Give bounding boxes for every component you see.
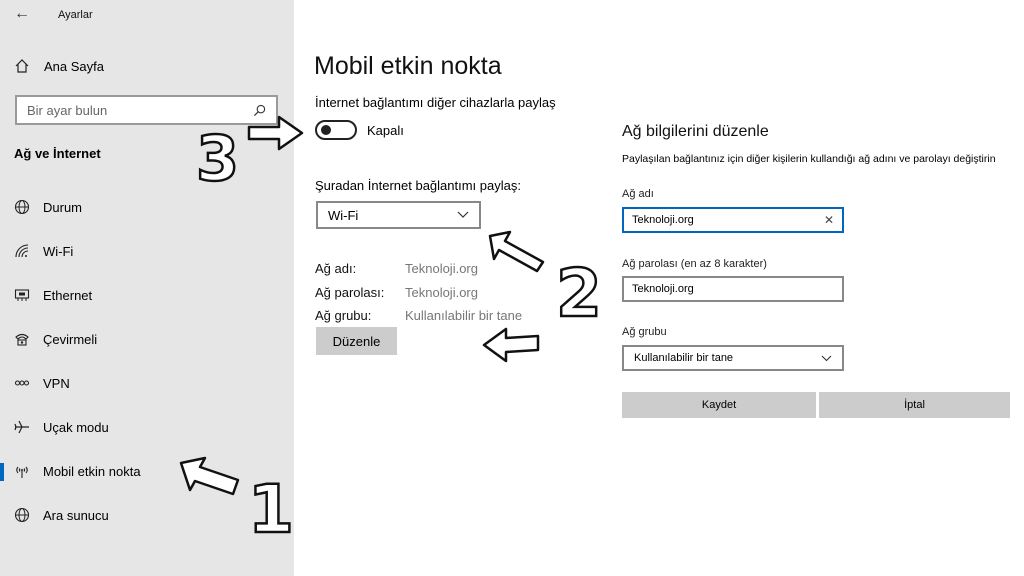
annotation-arrow-left-icon [482,327,540,363]
annotation-arrow-upleft-icon [488,230,545,273]
annotation-arrow-right-icon [247,115,304,151]
annotation-layer: 3 2 1 [179,115,603,549]
annotation-arrow-upleft-icon [179,456,240,496]
annotation-number: 1 [248,471,294,548]
annotation-number: 3 [196,122,239,195]
annotation-number: 2 [556,255,602,332]
